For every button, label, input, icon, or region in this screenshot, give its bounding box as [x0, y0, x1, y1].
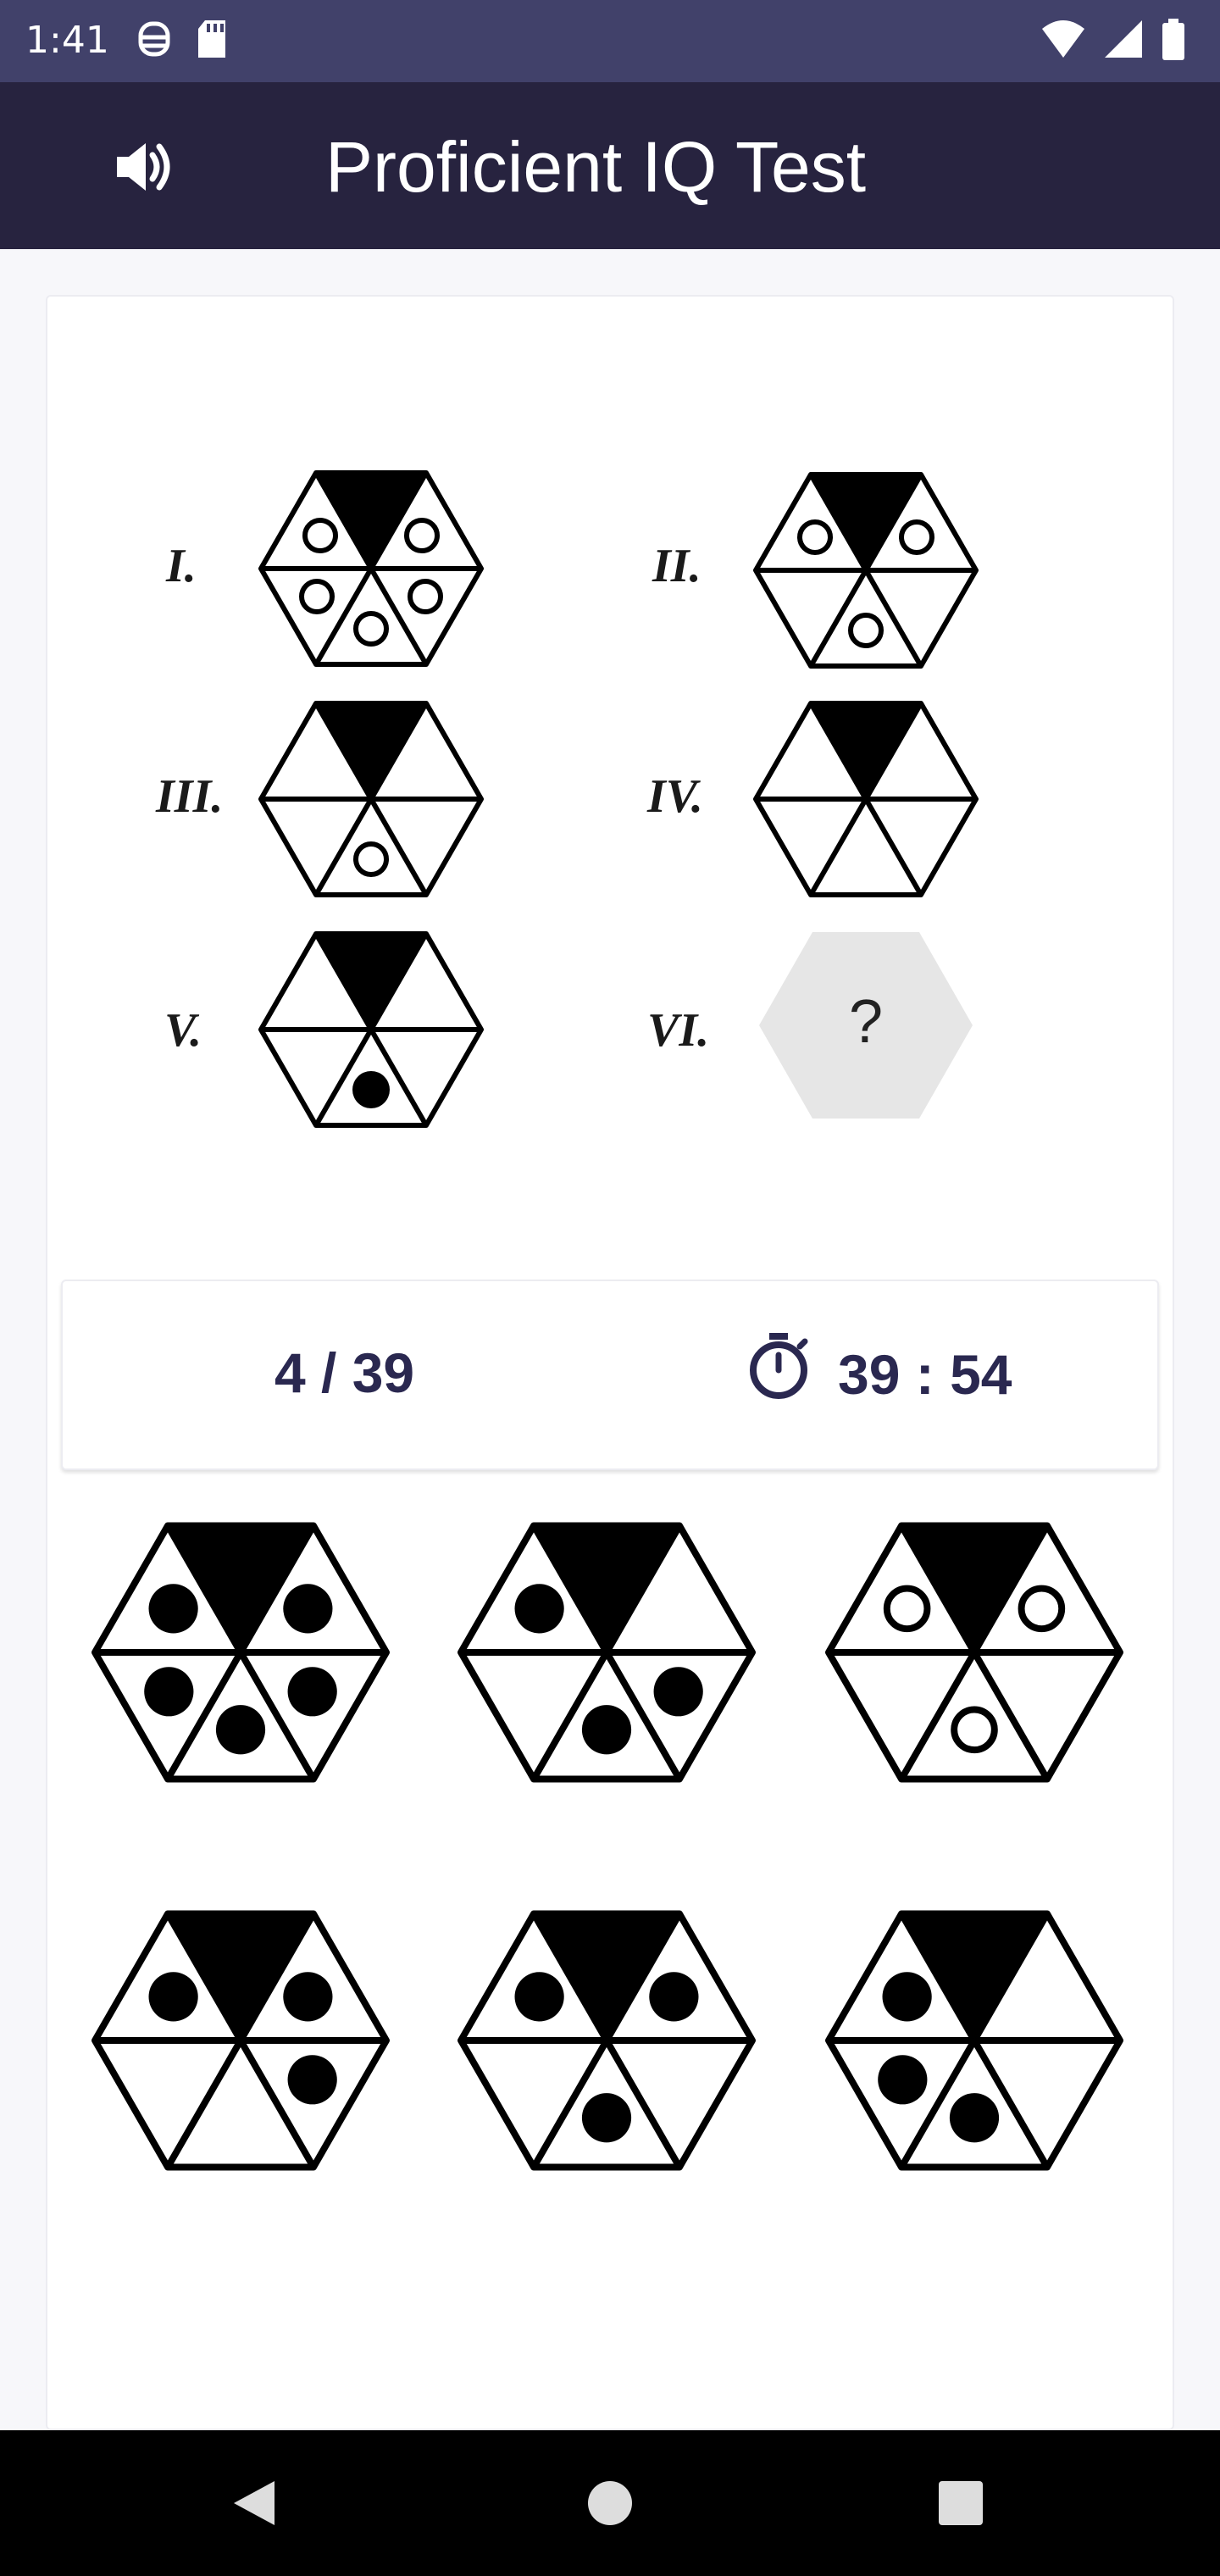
question-figure-3	[258, 701, 484, 897]
question-label-6: VI.	[647, 1004, 710, 1057]
app-bar: Proficient IQ Test	[0, 82, 1220, 249]
answer-option-6[interactable]	[825, 1910, 1123, 2171]
question-label-3: III.	[156, 770, 224, 823]
system-nav-bar	[0, 2430, 1220, 2576]
recents-icon[interactable]	[937, 2479, 984, 2527]
question-figure-4	[753, 701, 979, 897]
sound-button[interactable]	[102, 133, 186, 201]
wifi-icon	[1042, 20, 1084, 58]
question-label-1: I.	[166, 540, 197, 592]
question-counter: 4 / 39	[274, 1341, 415, 1404]
question-figure-1	[258, 470, 484, 667]
answer-option-3[interactable]	[825, 1522, 1123, 1783]
sd-card-icon	[198, 20, 225, 58]
answer-option-5[interactable]	[458, 1910, 756, 2171]
answer-option-2[interactable]	[458, 1522, 756, 1783]
progress-timer-panel: 4 / 39 39 : 54	[61, 1280, 1159, 1470]
back-icon[interactable]	[229, 2478, 280, 2529]
missing-figure-placeholder: ?	[759, 932, 973, 1119]
question-label-5: V.	[164, 1004, 202, 1057]
timer-display: 39 : 54	[838, 1343, 1012, 1406]
status-bar: 1:41	[0, 0, 1220, 82]
stopwatch-icon	[750, 1333, 808, 1399]
question-mark-text: ?	[849, 988, 883, 1056]
question-label-2: II.	[652, 540, 702, 592]
answer-option-1[interactable]	[92, 1522, 390, 1783]
home-icon[interactable]	[585, 2478, 635, 2529]
question-figure-5	[258, 931, 484, 1128]
cellular-signal-icon	[1105, 20, 1142, 58]
answer-option-4[interactable]	[92, 1910, 390, 2171]
status-time: 1:41	[25, 19, 109, 62]
question-figure-2	[753, 472, 979, 669]
speaker-icon	[117, 143, 170, 191]
app-title: Proficient IQ Test	[325, 127, 867, 207]
usb-debug-icon	[138, 21, 170, 57]
battery-icon	[1162, 19, 1184, 60]
question-label-4: IV.	[647, 770, 703, 823]
